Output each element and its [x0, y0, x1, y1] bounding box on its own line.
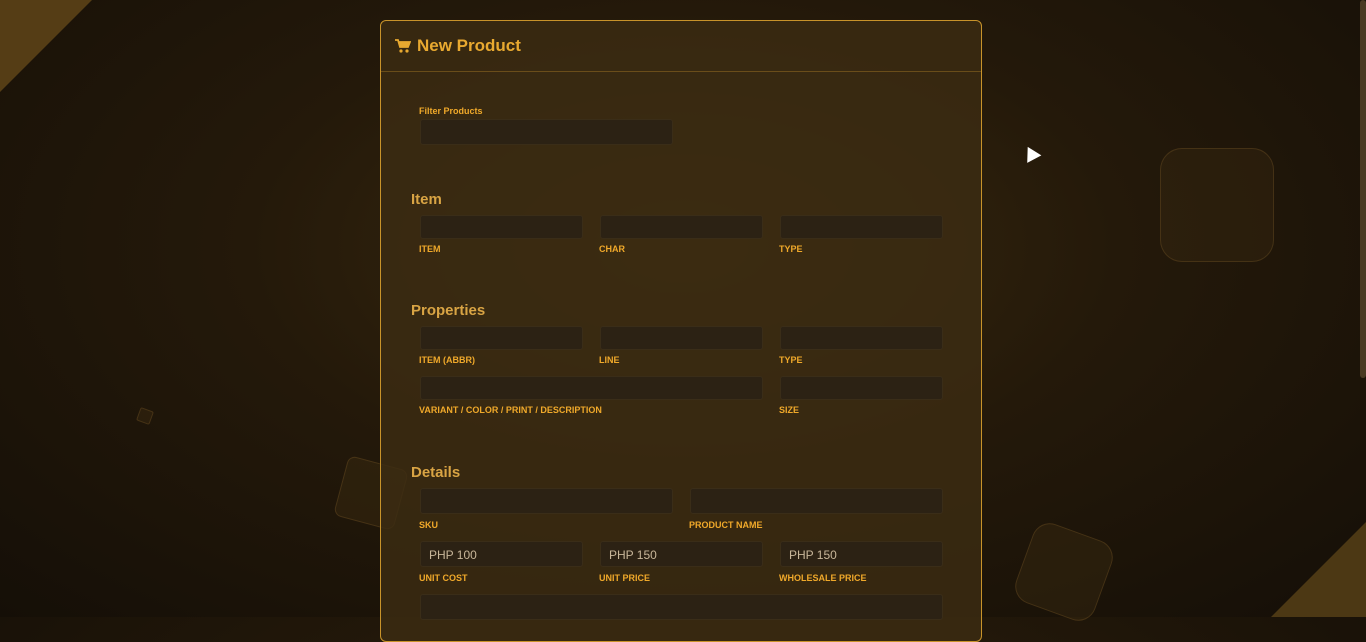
page-title: New Product [417, 36, 521, 55]
size-input[interactable] [780, 376, 943, 400]
page-scrollbar[interactable] [1360, 0, 1366, 378]
background-corner-top-left [0, 0, 92, 92]
wholesale-price-label: WHOLESALE PRICE [779, 573, 867, 583]
sku-input[interactable] [420, 488, 673, 514]
variant-label: VARIANT / COLOR / PRINT / DESCRIPTION [419, 405, 602, 415]
new-product-card: New Product Filter Products Item ITEM CH… [380, 20, 982, 642]
section-title-details: Details [411, 464, 461, 481]
card-header: New Product [381, 21, 981, 72]
item-abbr-input[interactable] [420, 326, 583, 350]
item-abbr-label: ITEM (ABBR) [419, 355, 475, 365]
product-name-label: PRODUCT NAME [689, 520, 763, 530]
unit-cost-input[interactable]: PHP 100 [420, 541, 583, 567]
product-name-input[interactable] [690, 488, 943, 514]
filter-products-label: Filter Products [419, 106, 483, 116]
background-square [1010, 518, 1118, 626]
line-label: LINE [599, 355, 620, 365]
line-input[interactable] [600, 326, 763, 350]
sku-label: SKU [419, 520, 439, 530]
background-corner-bottom-right [1271, 522, 1366, 617]
description-textarea[interactable] [420, 594, 943, 620]
unit-cost-label: UNIT COST [419, 573, 468, 583]
wholesale-price-input[interactable]: PHP 150 [780, 541, 943, 567]
item-input[interactable] [420, 215, 583, 239]
item-label: ITEM [419, 244, 441, 254]
char-input[interactable] [600, 215, 763, 239]
property-type-label: TYPE [779, 355, 803, 365]
section-title-item: Item [411, 191, 442, 208]
property-type-input[interactable] [780, 326, 943, 350]
size-label: SIZE [779, 405, 800, 415]
type-input[interactable] [780, 215, 943, 239]
filter-products-input[interactable] [420, 119, 673, 145]
unit-price-input[interactable]: PHP 150 [600, 541, 763, 567]
cart-icon [395, 39, 411, 53]
type-label: TYPE [779, 244, 803, 254]
char-label: CHAR [599, 244, 625, 254]
background-square [136, 407, 154, 425]
unit-price-label: UNIT PRICE [599, 573, 651, 583]
section-title-properties: Properties [411, 302, 486, 319]
variant-input[interactable] [420, 376, 763, 400]
mouse-cursor-icon [1020, 143, 1042, 163]
background-square [1160, 148, 1274, 262]
